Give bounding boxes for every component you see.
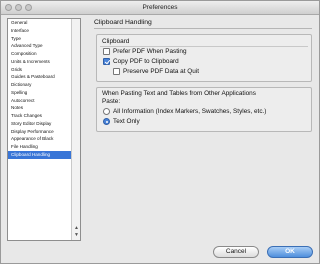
copy-pdf-option[interactable]: Copy PDF to Clipboard: [103, 58, 179, 65]
title-bar: Preferences: [1, 1, 319, 15]
sidebar: General Interface Type Advanced Type Composi…: [7, 18, 81, 241]
panel-divider: [94, 28, 312, 29]
all-information-label: All Information (Index Markers, Swatches…: [113, 108, 267, 115]
text-only-radio[interactable]: [103, 118, 110, 125]
panel-title: Clipboard Handling: [94, 19, 152, 26]
preferences-window: Preferences General Interface Type Advanced…: [0, 0, 320, 264]
paste-group-label: When Pasting Text and Tables from Other …: [102, 90, 256, 97]
sidebar-item[interactable]: File Handling: [8, 143, 71, 151]
all-information-option[interactable]: All Information (Index Markers, Swatches…: [103, 108, 266, 115]
zoom-icon[interactable]: [25, 4, 32, 11]
preserve-pdf-checkbox[interactable]: [113, 68, 120, 75]
scroll-up-icon[interactable]: ▲: [73, 225, 80, 232]
sidebar-item[interactable]: Display Performance: [8, 128, 71, 136]
sidebar-item[interactable]: Track Changes: [8, 112, 71, 120]
sidebar-item[interactable]: Story Editor Display: [8, 120, 71, 128]
sidebar-item[interactable]: Autocorrect: [8, 97, 71, 105]
prefer-pdf-checkbox[interactable]: [103, 48, 110, 55]
sidebar-item[interactable]: Type: [8, 35, 71, 43]
sidebar-item[interactable]: Composition: [8, 50, 71, 58]
sidebar-item[interactable]: General: [8, 19, 71, 27]
text-only-label: Text Only: [113, 118, 140, 125]
sidebar-item[interactable]: Appearance of Black: [8, 135, 71, 143]
prefer-pdf-option[interactable]: Prefer PDF When Pasting: [103, 48, 187, 55]
window-title: Preferences: [142, 4, 178, 11]
sidebar-item[interactable]: Clipboard Handling: [8, 150, 71, 159]
sidebar-item[interactable]: Grids: [8, 66, 71, 74]
preserve-pdf-option[interactable]: Preserve PDF Data at Quit: [113, 68, 199, 75]
paste-label: Paste:: [102, 98, 121, 105]
group-divider: [100, 46, 308, 47]
clipboard-group: Clipboard Prefer PDF When Pasting Copy P…: [96, 34, 312, 82]
prefer-pdf-label: Prefer PDF When Pasting: [113, 48, 187, 55]
copy-pdf-label: Copy PDF to Clipboard: [113, 58, 179, 65]
sidebar-item[interactable]: Advanced Type: [8, 42, 71, 50]
text-only-option[interactable]: Text Only: [103, 118, 140, 125]
close-icon[interactable]: [5, 4, 12, 11]
sidebar-list: General Interface Type Advanced Type Composi…: [8, 19, 71, 159]
all-information-radio[interactable]: [103, 108, 110, 115]
cancel-button[interactable]: Cancel: [213, 246, 259, 258]
sidebar-item[interactable]: Spelling: [8, 89, 71, 97]
scroll-down-icon[interactable]: ▼: [73, 232, 80, 239]
sidebar-scrollbar[interactable]: ▲ ▼: [71, 19, 80, 240]
sidebar-item[interactable]: Dictionary: [8, 81, 71, 89]
ok-button[interactable]: OK: [267, 246, 313, 258]
copy-pdf-checkbox[interactable]: [103, 58, 110, 65]
sidebar-item[interactable]: Notes: [8, 104, 71, 112]
paste-group: When Pasting Text and Tables from Other …: [96, 87, 312, 132]
minimize-icon[interactable]: [15, 4, 22, 11]
preserve-pdf-label: Preserve PDF Data at Quit: [123, 68, 200, 75]
clipboard-group-label: Clipboard: [102, 38, 130, 45]
sidebar-item[interactable]: Guides & Pasteboard: [8, 73, 71, 81]
sidebar-item[interactable]: Interface: [8, 27, 71, 35]
sidebar-item[interactable]: Units & Increments: [8, 58, 71, 66]
